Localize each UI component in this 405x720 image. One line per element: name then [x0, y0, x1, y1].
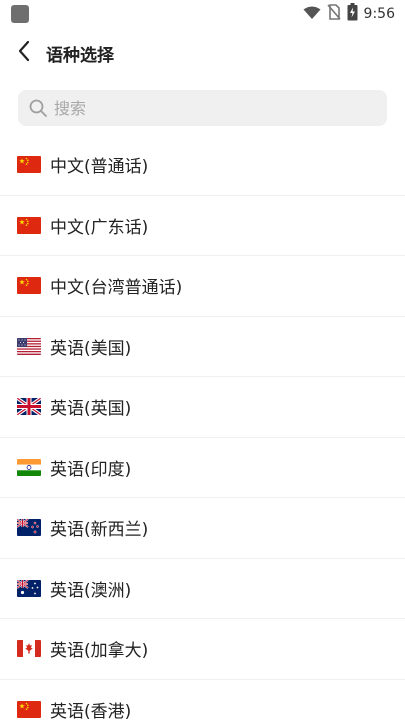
in-flag-icon: [17, 458, 41, 476]
wifi-icon: [303, 5, 321, 24]
status-bar: 9:56: [0, 0, 405, 28]
language-item[interactable]: 中文(广东话): [0, 196, 405, 256]
status-time: 9:56: [363, 6, 395, 22]
cn-flag-icon: [17, 156, 41, 174]
language-item[interactable]: 中文(普通话): [0, 135, 405, 196]
language-label: 英语(香港): [50, 701, 132, 720]
app-square-icon: [11, 5, 29, 23]
language-label: 英语(加拿大): [50, 641, 149, 662]
language-item[interactable]: 英语(加拿大): [0, 619, 405, 680]
ca-flag-icon: [17, 640, 41, 658]
language-item[interactable]: 英语(英国): [0, 377, 405, 438]
search-input[interactable]: [54, 98, 354, 118]
language-label: 中文(广东话): [50, 217, 149, 238]
language-item[interactable]: 英语(香港): [0, 680, 405, 720]
language-label: 英语(澳洲): [50, 580, 132, 601]
nz-flag-icon: [17, 519, 41, 537]
cn-flag-icon: [17, 700, 41, 718]
cn-flag-icon: [17, 216, 41, 234]
language-label: 中文(普通话): [50, 157, 149, 178]
search-bar[interactable]: [18, 90, 387, 126]
us-flag-icon: [17, 337, 41, 355]
language-item[interactable]: 英语(美国): [0, 317, 405, 377]
language-item[interactable]: 英语(新西兰): [0, 498, 405, 559]
uk-flag-icon: [17, 398, 41, 416]
au-flag-icon: [17, 579, 41, 597]
chevron-left-icon: [17, 40, 31, 66]
language-label: 英语(印度): [50, 459, 132, 480]
language-label: 英语(新西兰): [50, 520, 149, 541]
language-item[interactable]: 英语(印度): [0, 438, 405, 498]
language-label: 中文(台湾普通话): [50, 278, 183, 299]
no-sim-icon: [326, 4, 341, 24]
language-item[interactable]: 中文(台湾普通话): [0, 256, 405, 317]
page-title: 语种选择: [46, 45, 114, 66]
cn-flag-icon: [17, 277, 41, 295]
language-label: 英语(英国): [50, 399, 132, 420]
header: 语种选择: [0, 28, 405, 78]
language-list: 中文(普通话) 中文(广东话) 中文(台湾普通话) 英语(美国) 英语(英国) …: [0, 135, 405, 720]
status-icons: 9:56: [303, 3, 395, 25]
search-icon: [28, 98, 48, 118]
battery-charging-icon: [347, 3, 358, 25]
back-button[interactable]: [2, 28, 46, 78]
language-item[interactable]: 英语(澳洲): [0, 559, 405, 619]
language-label: 英语(美国): [50, 338, 132, 359]
